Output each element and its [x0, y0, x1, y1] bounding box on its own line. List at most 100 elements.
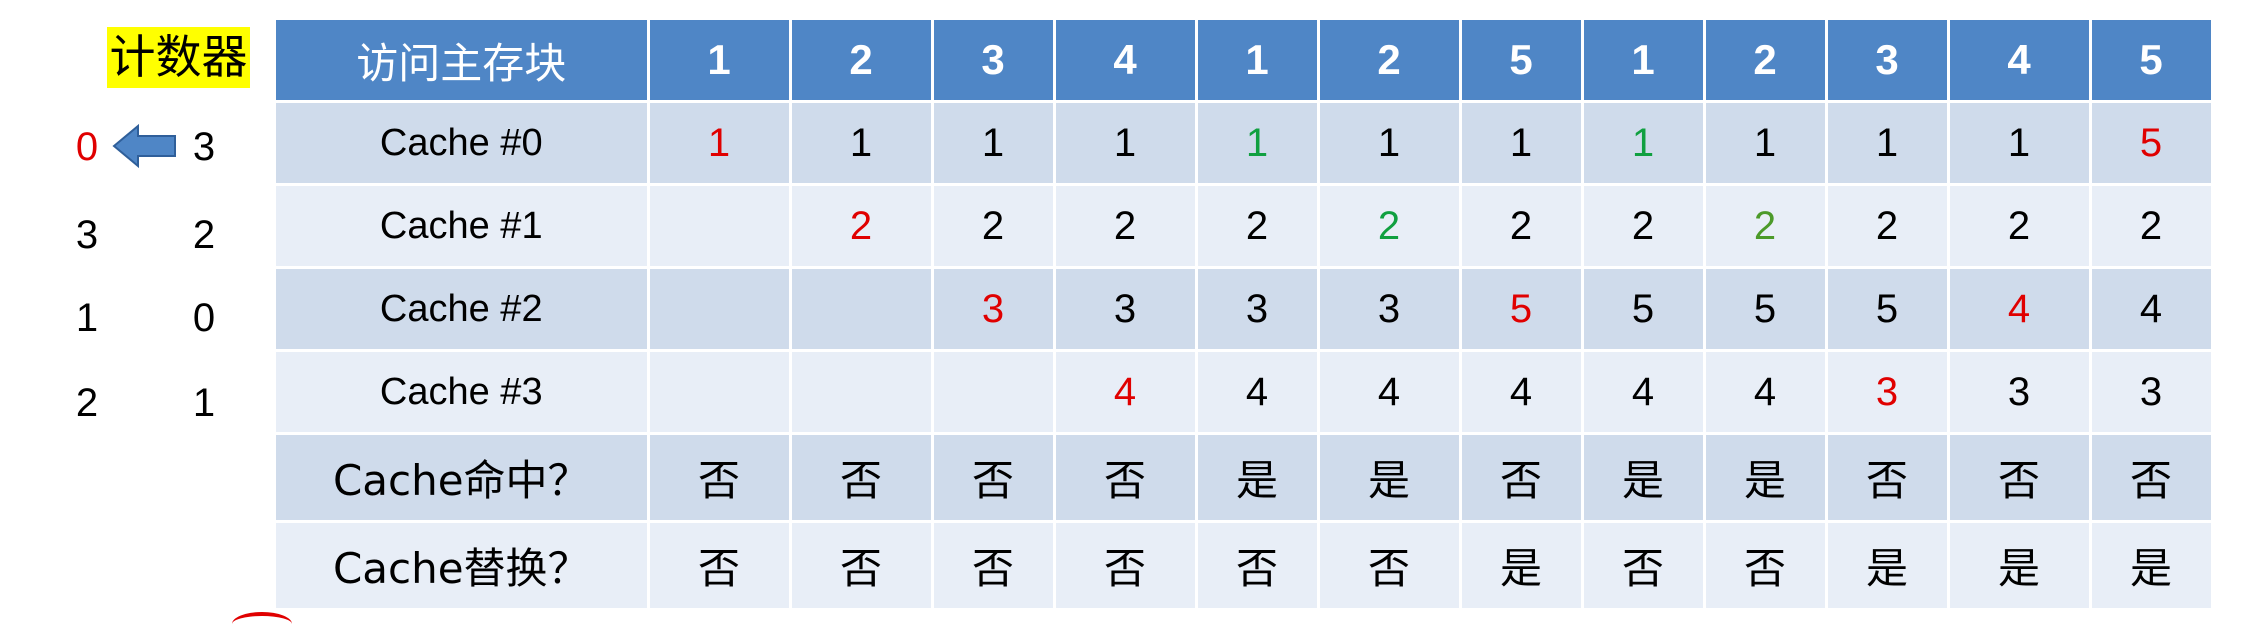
cache-cell: 4 [1948, 267, 2092, 352]
cache-row: Cache #1 2 2 2 2 2 2 2 2 2 2 2 [276, 184, 2214, 269]
cache-cell [648, 350, 792, 435]
replace-cell: 否 [1054, 521, 1198, 611]
counter-value: 3 [192, 125, 216, 169]
cache-cell: 2 [1582, 184, 1706, 269]
cache-cell: 3 [1948, 350, 2092, 435]
replace-cell: 是 [2090, 521, 2214, 611]
replace-row-label: Cache替换？ [276, 521, 650, 611]
hit-cell: 是 [1704, 433, 1828, 523]
cache-cell: 3 [1054, 267, 1198, 352]
counter-value: 1 [192, 381, 216, 425]
hit-cell: 否 [1826, 433, 1950, 523]
cache-cell: 1 [648, 101, 792, 186]
cache-cell: 2 [1704, 184, 1828, 269]
red-annotation-mark [232, 612, 292, 636]
counter-value: 0 [192, 296, 216, 340]
cache-cell: 1 [932, 101, 1056, 186]
cache-cell: 3 [932, 267, 1056, 352]
hit-cell: 是 [1196, 433, 1320, 523]
access-block: 2 [790, 20, 934, 103]
replace-cell: 否 [1318, 521, 1462, 611]
cache-cell: 4 [1196, 350, 1320, 435]
cache-cell: 2 [932, 184, 1056, 269]
access-block: 2 [1318, 20, 1462, 103]
cache-cell: 1 [1460, 101, 1584, 186]
cache-line-label: Cache #3 [276, 350, 650, 435]
hit-cell: 是 [1318, 433, 1462, 523]
hit-cell: 否 [2090, 433, 2214, 523]
cache-table: 访问主存块 1 2 3 4 1 2 5 1 2 3 4 5 Cache #0 1 1… [276, 20, 2214, 611]
access-block: 3 [932, 20, 1056, 103]
replace-cell: 否 [648, 521, 792, 611]
header-label: 访问主存块 [276, 20, 650, 103]
replace-cell: 是 [1826, 521, 1950, 611]
cache-cell: 5 [1704, 267, 1828, 352]
cache-cell: 2 [1460, 184, 1584, 269]
cache-cell: 1 [1826, 101, 1950, 186]
cache-line-label: Cache #0 [276, 101, 650, 186]
cache-cell: 1 [1054, 101, 1198, 186]
hit-cell: 否 [648, 433, 792, 523]
replace-cell: 否 [1582, 521, 1706, 611]
cache-cell: 4 [1582, 350, 1706, 435]
cache-cell: 2 [1196, 184, 1320, 269]
cache-cell: 1 [1196, 101, 1320, 186]
counter-value: 3 [75, 213, 99, 257]
counter-value: 2 [192, 213, 216, 257]
header-row: 访问主存块 1 2 3 4 1 2 5 1 2 3 4 5 [276, 20, 2214, 103]
hit-cell: 否 [1948, 433, 2092, 523]
cache-cell: 4 [1054, 350, 1198, 435]
cache-row: Cache #0 1 1 1 1 1 1 1 1 1 1 1 5 [276, 101, 2214, 186]
access-block: 1 [1196, 20, 1320, 103]
cache-cell: 5 [1826, 267, 1950, 352]
access-block: 3 [1826, 20, 1950, 103]
access-block: 5 [1460, 20, 1584, 103]
hit-row-label: Cache命中？ [276, 433, 650, 523]
cache-cell: 2 [2090, 184, 2214, 269]
cache-cell [648, 267, 792, 352]
cache-cell: 3 [1318, 267, 1462, 352]
hit-cell: 否 [1460, 433, 1584, 523]
cache-cell: 4 [1704, 350, 1828, 435]
access-block: 1 [1582, 20, 1706, 103]
cache-cell: 5 [2090, 101, 2214, 186]
cache-cell: 3 [1826, 350, 1950, 435]
counter-title: 计数器 [107, 27, 250, 88]
cache-cell: 4 [1318, 350, 1462, 435]
replace-cell: 否 [1196, 521, 1320, 611]
replace-cell: 否 [790, 521, 934, 611]
replace-row: Cache替换？否否否否否否是否否是是是 [276, 521, 2214, 611]
counter-value: 0 [75, 125, 99, 169]
cache-cell: 4 [1460, 350, 1584, 435]
cache-cell: 3 [2090, 350, 2214, 435]
access-block: 4 [1054, 20, 1198, 103]
cache-cell: 5 [1582, 267, 1706, 352]
cache-cell: 2 [790, 184, 934, 269]
left-arrow-icon [112, 123, 176, 169]
cache-line-label: Cache #1 [276, 184, 650, 269]
cache-cell: 1 [1318, 101, 1462, 186]
cache-cell: 1 [790, 101, 934, 186]
hit-cell: 否 [1054, 433, 1198, 523]
cache-cell: 2 [1318, 184, 1462, 269]
cache-cell: 1 [1704, 101, 1828, 186]
cache-cell [790, 350, 934, 435]
cache-cell: 2 [1054, 184, 1198, 269]
replace-cell: 否 [1704, 521, 1828, 611]
cache-row: Cache #3 4 4 4 4 4 4 3 3 3 [276, 350, 2214, 435]
cache-cell: 2 [1948, 184, 2092, 269]
cache-cell [790, 267, 934, 352]
cache-cell: 1 [1948, 101, 2092, 186]
cache-cell: 4 [2090, 267, 2214, 352]
replace-cell: 是 [1948, 521, 2092, 611]
hit-row: Cache命中？否否否否是是否是是否否否 [276, 433, 2214, 523]
access-block: 1 [648, 20, 792, 103]
hit-cell: 否 [790, 433, 934, 523]
cache-cell: 3 [1196, 267, 1320, 352]
access-block: 5 [2090, 20, 2214, 103]
access-block: 2 [1704, 20, 1828, 103]
access-block: 4 [1948, 20, 2092, 103]
hit-cell: 否 [932, 433, 1056, 523]
hit-cell: 是 [1582, 433, 1706, 523]
cache-row: Cache #2 3 3 3 3 5 5 5 5 4 4 [276, 267, 2214, 352]
